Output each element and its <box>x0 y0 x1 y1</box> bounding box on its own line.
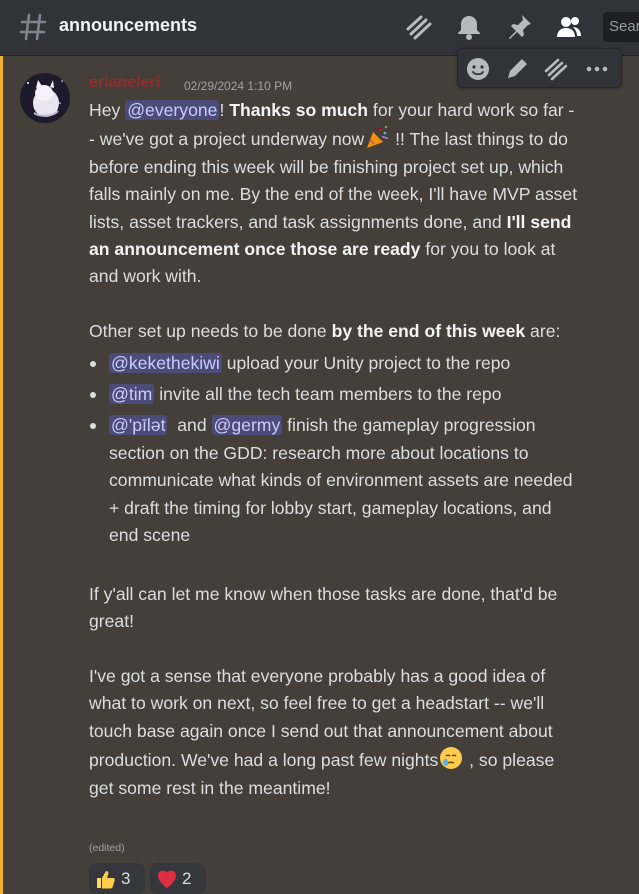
search-input[interactable]: Search <box>603 12 639 42</box>
author-name[interactable]: eriane/eri <box>89 74 160 92</box>
mention-highlight-bar <box>0 56 3 894</box>
task-list: @kekethekiwi upload your Unity project t… <box>89 350 579 550</box>
party-popper-icon <box>367 126 389 149</box>
reaction-thumbs-up[interactable]: 3 <box>89 863 145 894</box>
members-icon[interactable] <box>554 12 584 42</box>
text: invite all the tech team members to the … <box>154 384 502 405</box>
text: ! <box>219 100 230 120</box>
edited-label: (edited) <box>89 842 125 854</box>
thumbs-up-icon <box>97 870 115 888</box>
mention-user[interactable]: @kekethekiwi <box>109 352 222 373</box>
thread-icon[interactable] <box>541 54 571 84</box>
bold-text: by the end of this week <box>331 321 526 342</box>
red-heart-icon <box>158 870 176 888</box>
mention-everyone[interactable]: @everyone <box>125 100 220 120</box>
reaction-count: 3 <box>121 868 131 888</box>
timestamp: 02/29/2024 1:10 PM <box>184 79 293 93</box>
mention-user[interactable]: @tim <box>109 384 155 405</box>
message-actions-toolbar <box>457 48 622 88</box>
message-content: Hey @everyone! Thanks so much for your h… <box>89 97 579 802</box>
reaction-count: 2 <box>182 868 192 888</box>
add-reaction-icon[interactable] <box>463 54 493 84</box>
paragraph-closing: I've got a sense that everyone probably … <box>89 663 579 802</box>
mention-user[interactable]: @'pīlət <box>109 415 168 436</box>
bell-icon[interactable] <box>454 12 484 42</box>
avatar[interactable] <box>20 73 70 123</box>
mention-user[interactable]: @germy <box>211 415 283 436</box>
reaction-red-heart[interactable]: 2 <box>150 863 206 894</box>
list-item: @'pīlət and @germy finish the gameplay p… <box>89 412 579 549</box>
paragraph-followup: If y'all can let me know when those task… <box>89 583 558 632</box>
hash-icon <box>19 13 47 41</box>
edit-icon[interactable] <box>502 54 532 84</box>
channel-name: announcements <box>59 15 198 35</box>
list-item: @tim invite all the tech team members to… <box>89 381 579 408</box>
paragraph-intro: Hey @everyone! Thanks so much for your h… <box>89 97 579 291</box>
crying-face-icon <box>440 747 463 770</box>
text: are: <box>525 321 561 342</box>
pin-icon[interactable] <box>504 12 534 42</box>
text: upload your Unity project to the repo <box>221 352 511 373</box>
paragraph-setup: Other set up needs to be done by the end… <box>89 318 579 345</box>
list-item: @kekethekiwi upload your Unity project t… <box>89 350 579 377</box>
bold-text: Thanks so much <box>229 100 369 120</box>
threads-icon[interactable] <box>404 12 434 42</box>
text: Hey <box>89 100 126 120</box>
text: and <box>167 415 212 436</box>
text: Other set up needs to be done <box>89 321 332 342</box>
more-icon[interactable] <box>582 54 612 84</box>
